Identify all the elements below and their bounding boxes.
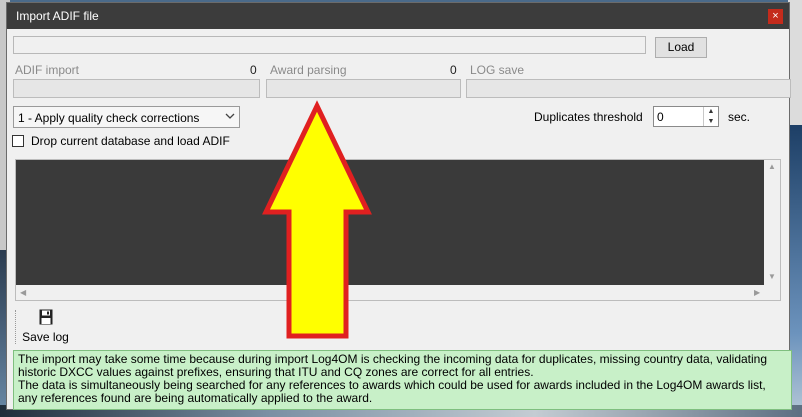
duplicates-threshold-label: Duplicates threshold	[534, 110, 643, 124]
award-parsing-count: 0	[450, 63, 457, 77]
import-log-output[interactable]	[16, 160, 765, 285]
scroll-up-icon[interactable]: ▲	[768, 162, 776, 171]
info-message-box: The import may take some time because du…	[13, 350, 792, 410]
info-line-2: The data is simultaneously being searche…	[18, 378, 766, 405]
log-vertical-scrollbar[interactable]: ▲ ▼	[764, 160, 780, 285]
scrollbar-corner	[764, 285, 780, 300]
save-log-label: Save log	[22, 330, 69, 344]
adif-import-label: ADIF import	[15, 63, 80, 77]
chevron-down-icon	[225, 113, 235, 119]
quality-mode-select[interactable]: 1 - Apply quality check corrections	[13, 106, 240, 128]
log-horizontal-scrollbar[interactable]: ◀ ▶	[16, 285, 765, 300]
adif-import-progress-bar	[13, 79, 260, 98]
scroll-down-icon[interactable]: ▼	[768, 272, 776, 281]
save-log-button[interactable]: Save log	[18, 307, 73, 345]
floppy-disk-icon	[39, 309, 53, 325]
close-icon: ×	[772, 10, 779, 22]
spinner-up-icon[interactable]: ▲	[704, 107, 718, 116]
up-arrow-annotation	[262, 100, 372, 339]
duplicates-threshold-value[interactable]: 0	[657, 110, 664, 124]
log-save-label: LOG save	[470, 63, 525, 77]
award-parsing-label: Award parsing	[270, 63, 347, 77]
close-button[interactable]: ×	[768, 9, 783, 24]
import-log-panel: ▲ ▼ ◀ ▶	[15, 159, 781, 301]
load-button[interactable]: Load	[655, 37, 707, 58]
spinner-down-icon[interactable]: ▼	[704, 117, 718, 126]
scroll-left-icon[interactable]: ◀	[20, 288, 26, 297]
drop-database-label[interactable]: Drop current database and load ADIF	[31, 134, 230, 148]
spinner-buttons: ▲ ▼	[703, 107, 718, 126]
duplicates-threshold-spinner[interactable]: 0 ▲ ▼	[653, 106, 719, 127]
scroll-right-icon[interactable]: ▶	[754, 288, 760, 297]
file-path-field[interactable]	[13, 36, 646, 54]
log-save-progress-bar	[466, 79, 791, 98]
quality-mode-value: 1 - Apply quality check corrections	[18, 111, 200, 125]
title-bar[interactable]: Import ADIF file ×	[7, 3, 789, 29]
import-adif-dialog: Import ADIF file × Load ADIF import 0 Aw…	[6, 2, 792, 410]
award-parsing-progress-bar	[266, 79, 461, 98]
duplicates-threshold-unit: sec.	[728, 110, 751, 124]
info-line-1: The import may take some time because du…	[18, 352, 768, 379]
drop-database-checkbox[interactable]	[12, 135, 24, 147]
window-title: Import ADIF file	[16, 9, 99, 23]
adif-import-count: 0	[250, 63, 257, 77]
toolbar-separator	[15, 310, 17, 344]
